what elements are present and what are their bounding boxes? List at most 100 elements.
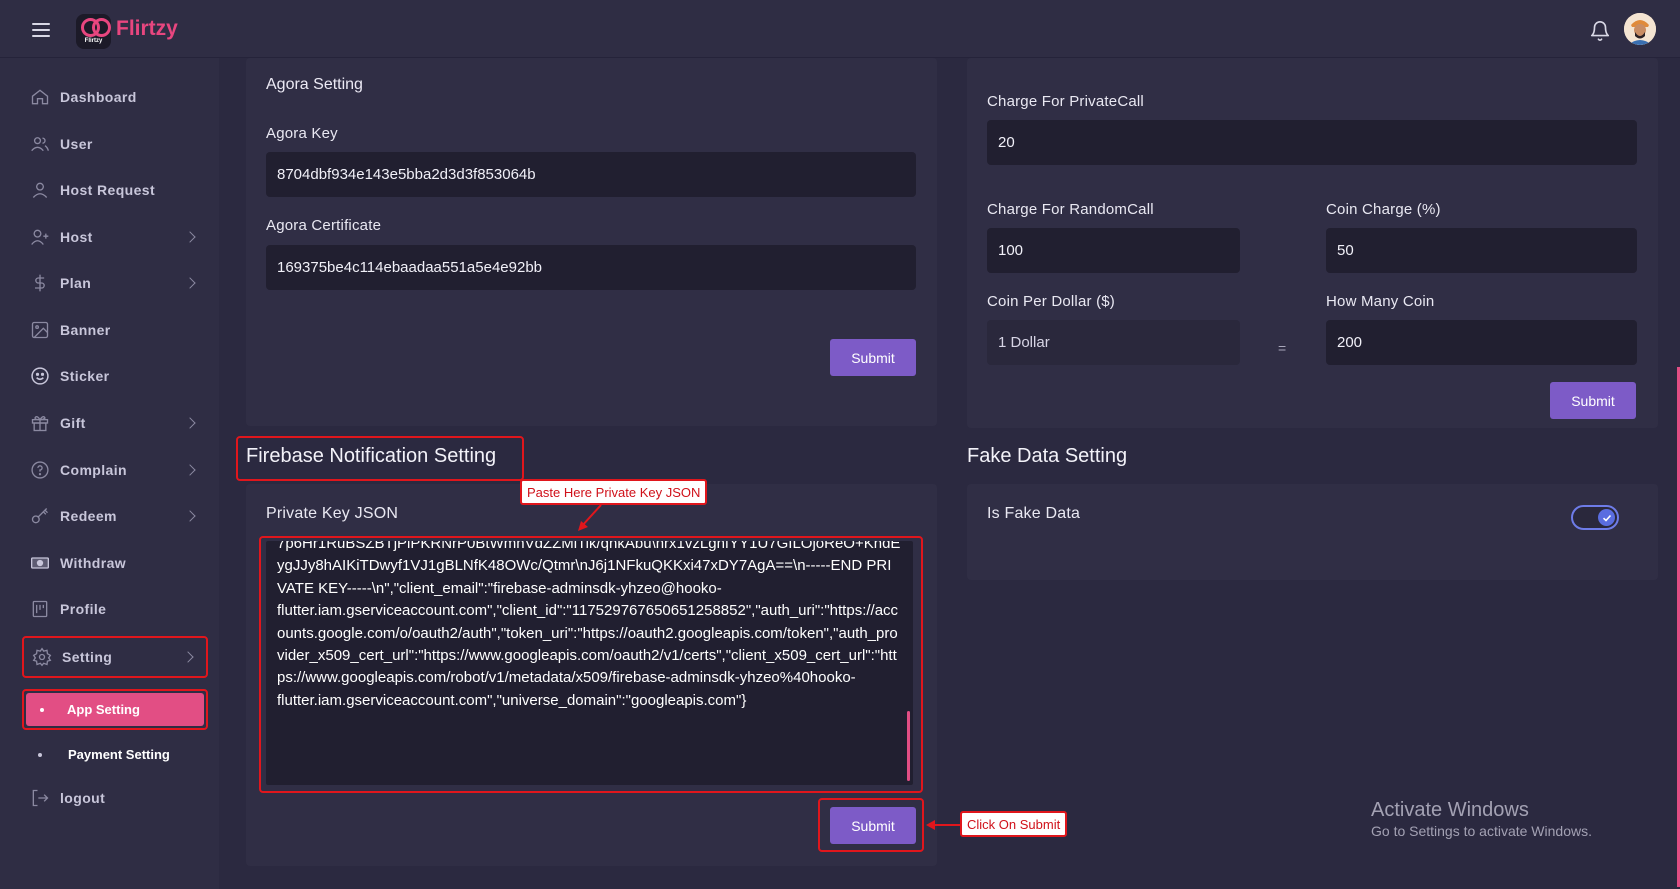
fake-data-card (967, 484, 1658, 580)
sidebar-item-label: logout (60, 790, 106, 806)
activate-windows-title: Activate Windows (1371, 799, 1529, 821)
user-plus-icon (31, 229, 49, 245)
sidebar-item-label: Dashboard (60, 89, 137, 105)
coin-per-dollar-input[interactable]: 1 Dollar (987, 320, 1240, 365)
sidebar-subitem-payment-setting[interactable]: Payment Setting (22, 742, 208, 768)
private-key-json-label: Private Key JSON (266, 505, 399, 522)
charge-submit-button[interactable]: Submit (1550, 382, 1636, 419)
sidebar-item-withdraw[interactable]: Withdraw (22, 544, 208, 582)
sidebar-item-profile[interactable]: Profile (22, 590, 208, 628)
menu-icon[interactable] (32, 23, 50, 37)
gear-icon (32, 647, 52, 667)
agora-key-label: Agora Key (266, 125, 338, 142)
check-icon (1602, 514, 1611, 522)
sidebar-item-banner[interactable]: Banner (22, 311, 208, 349)
submit-hint-arrow-icon (926, 820, 962, 830)
agora-certificate-input[interactable]: 169375be4c114ebaadaa551a5e4e92bb (266, 245, 916, 290)
logo-text: Flirtzy (84, 38, 103, 44)
top-bar: Flirtzy Flirtzy (0, 0, 1680, 58)
sidebar-item-host[interactable]: Host (22, 218, 208, 256)
private-key-json-textarea[interactable]: 7p6Hr1RuBSZBTjPiPKRNrP0BtWmnVdZZMiTik/qn… (266, 541, 913, 785)
logo-mark-icon (81, 18, 111, 37)
users-icon (31, 137, 49, 152)
toggle-knob (1598, 509, 1615, 526)
is-fake-data-label: Is Fake Data (987, 505, 1081, 522)
firebase-section-title: Firebase Notification Setting (246, 445, 497, 467)
sidebar-item-label: Withdraw (60, 555, 127, 571)
charge-random-call-label: Charge For RandomCall (987, 201, 1154, 218)
money-icon (31, 557, 49, 569)
sidebar-item-setting[interactable]: Setting (22, 636, 208, 678)
avatar[interactable] (1624, 13, 1656, 45)
home-icon (31, 89, 49, 105)
image-icon (31, 321, 49, 339)
sidebar-item-redeem[interactable]: Redeem (22, 497, 208, 535)
sidebar-item-label: Setting (62, 649, 113, 665)
activate-windows-subtitle: Go to Settings to activate Windows. (1371, 823, 1592, 839)
sidebar-item-user[interactable]: User (22, 125, 208, 163)
sidebar-item-dashboard[interactable]: Dashboard (22, 78, 208, 116)
gift-icon (31, 416, 49, 432)
avatar-icon (1624, 13, 1656, 45)
sidebar-item-label: Host (60, 229, 93, 245)
app-logo[interactable]: Flirtzy (76, 14, 111, 49)
paste-hint-arrow-icon (578, 504, 602, 531)
sidebar-item-plan[interactable]: Plan (22, 264, 208, 302)
sidebar-subitem-label: App Setting (67, 702, 140, 717)
help-circle-icon (31, 461, 49, 479)
sidebar-item-label: Host Request (60, 182, 156, 198)
coin-per-dollar-label: Coin Per Dollar ($) (987, 293, 1116, 310)
chevron-right-icon (184, 277, 196, 289)
agora-setting-title: Agora Setting (266, 76, 363, 93)
sidebar-item-label: Complain (60, 462, 127, 478)
logout-icon (32, 789, 49, 807)
paste-hint-callout: Paste Here Private Key JSON (520, 479, 708, 505)
sidebar-item-label: Plan (60, 275, 92, 291)
chevron-right-icon (184, 464, 196, 476)
agora-key-input[interactable]: 8704dbf934e143e5bba2d3d3f853064b (266, 152, 916, 197)
how-many-coin-input[interactable]: 200 (1326, 320, 1637, 365)
chevron-right-icon (184, 417, 196, 429)
sidebar-item-label: Redeem (60, 508, 117, 524)
sidebar-item-host-request[interactable]: Host Request (22, 171, 208, 209)
sidebar-item-sticker[interactable]: Sticker (22, 357, 208, 395)
brand-name[interactable]: Flirtzy (116, 17, 178, 41)
smile-icon (31, 367, 49, 385)
sidebar-item-label: Profile (60, 601, 107, 617)
sidebar: Dashboard User Host Request Host Plan Ba… (0, 58, 219, 889)
charge-private-call-label: Charge For PrivateCall (987, 93, 1144, 110)
chevron-right-icon (184, 231, 196, 243)
charge-private-call-input[interactable]: 20 (987, 120, 1637, 165)
is-fake-data-toggle[interactable] (1571, 505, 1619, 530)
bell-icon[interactable] (1589, 20, 1611, 42)
agora-submit-button[interactable]: Submit (830, 339, 916, 376)
dollar-icon (35, 274, 45, 292)
sidebar-item-complain[interactable]: Complain (22, 451, 208, 489)
sidebar-item-label: Banner (60, 322, 111, 338)
sidebar-item-label: Gift (60, 415, 86, 431)
sidebar-subitem-app-setting-highlight: App Setting (26, 693, 204, 726)
fake-data-section-title: Fake Data Setting (967, 445, 1128, 467)
chevron-right-icon (182, 651, 194, 663)
bullet-icon (38, 753, 42, 757)
sidebar-subitem-app-setting[interactable]: App Setting (22, 689, 208, 730)
agora-certificate-label: Agora Certificate (266, 217, 382, 234)
sidebar-subitem-label: Payment Setting (68, 747, 170, 762)
sidebar-item-gift[interactable]: Gift (22, 404, 208, 442)
user-icon (32, 182, 48, 198)
sidebar-item-logout[interactable]: logout (22, 779, 208, 817)
equals-sign: = (1278, 340, 1287, 356)
coin-charge-input[interactable]: 50 (1326, 228, 1637, 273)
private-key-json-value: 7p6Hr1RuBSZBTjPiPKRNrP0BtWmnVdZZMiTik/qn… (277, 541, 901, 709)
submit-hint-callout: Click On Submit (960, 811, 1068, 837)
chevron-right-icon (184, 510, 196, 522)
bullet-icon (40, 708, 44, 712)
charge-random-call-input[interactable]: 100 (987, 228, 1240, 273)
how-many-coin-label: How Many Coin (1326, 293, 1435, 310)
sidebar-item-label: User (60, 136, 93, 152)
sidebar-item-label: Sticker (60, 368, 110, 384)
textarea-scrollbar[interactable] (907, 711, 910, 781)
profile-card-icon (32, 600, 48, 618)
key-icon (31, 508, 48, 524)
firebase-submit-button[interactable]: Submit (830, 807, 916, 844)
